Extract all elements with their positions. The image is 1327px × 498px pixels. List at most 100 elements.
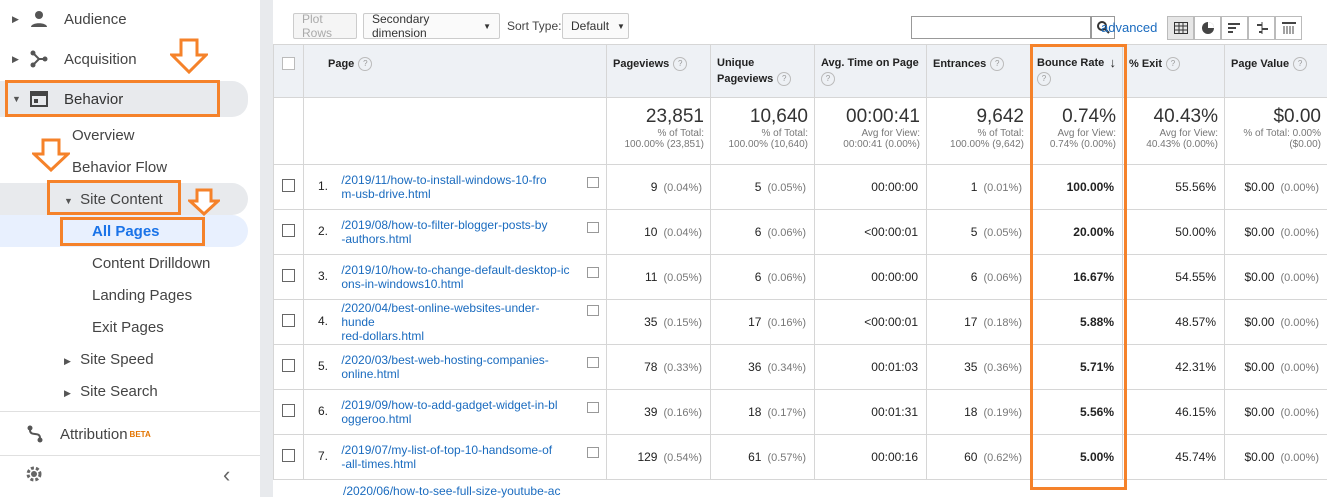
row-checkbox[interactable]: [282, 314, 295, 327]
row-index: 5.: [318, 359, 338, 373]
entrances-pct: (0.01%): [983, 182, 1022, 194]
total-unique-value: 10,640: [711, 106, 808, 128]
help-icon[interactable]: ?: [1293, 57, 1307, 71]
header-page[interactable]: Page?: [304, 45, 607, 98]
page-link[interactable]: /2019/08/how-to-filter-blogger-posts-by-…: [341, 218, 571, 246]
plot-rows-button[interactable]: Plot Rows: [293, 13, 357, 39]
open-external-icon[interactable]: [587, 402, 599, 413]
nav-audience-label: Audience: [64, 11, 127, 28]
table-row[interactable]: 4. /2020/04/best-online-websites-under-h…: [274, 300, 1327, 345]
page-link[interactable]: /2019/11/how-to-install-windows-10-from-…: [341, 173, 571, 201]
row-checkbox[interactable]: [282, 359, 295, 372]
entrances-value: 18: [964, 405, 977, 419]
table-row[interactable]: 2. /2019/08/how-to-filter-blogger-posts-…: [274, 210, 1327, 255]
bar-list-icon: [1228, 22, 1242, 34]
help-icon[interactable]: ?: [990, 57, 1004, 71]
header-entrances[interactable]: Entrances?: [927, 45, 1031, 98]
nav-acquisition-label: Acquisition: [64, 51, 137, 68]
avg-time-value: <00:00:01: [864, 315, 918, 329]
sort-type-dropdown[interactable]: Default ▼: [562, 13, 629, 39]
page-value: $0.00: [1244, 360, 1274, 374]
nav-exit-pages[interactable]: Exit Pages: [92, 319, 164, 336]
page-link[interactable]: /2020/03/best-web-hosting-companies-onli…: [341, 353, 571, 381]
header-avg-time[interactable]: Avg. Time on Page?: [815, 45, 927, 98]
header-page-value[interactable]: Page Value?: [1225, 45, 1327, 98]
open-external-icon[interactable]: [587, 267, 599, 278]
avg-time-value: 00:00:00: [871, 180, 918, 194]
row-checkbox[interactable]: [282, 224, 295, 237]
nav-audience[interactable]: ▶ Audience: [0, 8, 260, 30]
search-input[interactable]: [911, 16, 1091, 39]
avg-time-cell: <00:00:01: [815, 300, 927, 345]
table-row[interactable]: 3. /2019/10/how-to-change-default-deskto…: [274, 255, 1327, 300]
gear-icon[interactable]: [24, 464, 44, 484]
page-value: $0.00: [1244, 405, 1274, 419]
pageviews-cell: 10(0.04%): [607, 210, 711, 255]
header-exit[interactable]: % Exit?: [1123, 45, 1225, 98]
nav-content-drilldown[interactable]: Content Drilldown: [92, 255, 210, 272]
row-index: 4.: [318, 314, 338, 328]
page-value-pct: (0.00%): [1280, 452, 1319, 464]
page-link[interactable]: /2020/04/best-online-websites-under-hund…: [341, 301, 571, 343]
total-entrances-value: 9,642: [927, 106, 1024, 128]
help-icon[interactable]: ?: [1166, 57, 1180, 71]
view-performance-button[interactable]: [1221, 16, 1248, 40]
nav-landing-pages[interactable]: Landing Pages: [92, 287, 192, 304]
comparison-icon: [1255, 22, 1269, 34]
partial-row-link[interactable]: /2020/06/how-to-see-full-size-youtube-ac: [343, 484, 560, 498]
table-row[interactable]: 1. /2019/11/how-to-install-windows-10-fr…: [274, 165, 1327, 210]
open-external-icon[interactable]: [587, 222, 599, 233]
table-row[interactable]: 6. /2019/09/how-to-add-gadget-widget-in-…: [274, 390, 1327, 435]
page-link[interactable]: /2019/07/my-list-of-top-10-handsome-of-a…: [341, 443, 571, 471]
total-exit-value: 40.43%: [1123, 106, 1218, 128]
exit-value: 54.55%: [1175, 270, 1216, 284]
open-external-icon[interactable]: [587, 447, 599, 458]
view-pivot-button[interactable]: [1275, 16, 1302, 40]
help-icon[interactable]: ?: [358, 57, 372, 71]
row-checkbox[interactable]: [282, 179, 295, 192]
nav-behavior-flow[interactable]: Behavior Flow: [72, 159, 167, 176]
open-external-icon[interactable]: [587, 305, 599, 316]
row-checkbox[interactable]: [282, 269, 295, 282]
total-sub: 00:00:41 (0.00%): [815, 139, 920, 150]
nav-attribution-label: Attribution: [60, 426, 128, 443]
nav-attribution[interactable]: AttributionBETA: [0, 423, 260, 445]
page-link[interactable]: /2019/09/how-to-add-gadget-widget-in-blo…: [341, 398, 571, 426]
nav-site-speed[interactable]: ▶ Site Speed: [64, 351, 154, 368]
help-icon[interactable]: ?: [673, 57, 687, 71]
page-value: $0.00: [1244, 315, 1274, 329]
row-checkbox[interactable]: [282, 449, 295, 462]
pageviews-pct: (0.33%): [663, 362, 702, 374]
page-link[interactable]: /2019/10/how-to-change-default-desktop-i…: [341, 263, 571, 291]
entrances-pct: (0.36%): [983, 362, 1022, 374]
acquisition-icon: [30, 50, 48, 68]
view-comparison-button[interactable]: [1248, 16, 1275, 40]
total-sub: 100.00% (23,851): [607, 139, 704, 150]
help-icon[interactable]: ?: [777, 72, 791, 86]
table-row[interactable]: 7. /2019/07/my-list-of-top-10-handsome-o…: [274, 435, 1327, 480]
advanced-link[interactable]: advanced: [1101, 20, 1157, 35]
nav-acquisition[interactable]: ▶ Acquisition: [0, 48, 260, 70]
open-external-icon[interactable]: [587, 357, 599, 368]
secondary-dimension-dropdown[interactable]: Secondary dimension ▼: [363, 13, 500, 39]
header-row: Page? Pageviews? Unique Pageviews? Avg. …: [274, 45, 1327, 98]
help-icon[interactable]: ?: [821, 72, 835, 86]
collapse-chevron-icon[interactable]: ‹: [223, 462, 230, 488]
row-checkbox[interactable]: [282, 404, 295, 417]
header-pageviews[interactable]: Pageviews?: [607, 45, 711, 98]
totals-empty: [304, 98, 607, 165]
open-external-icon[interactable]: [587, 177, 599, 188]
header-unique-pageviews[interactable]: Unique Pageviews?: [711, 45, 815, 98]
total-sub: 100.00% (10,640): [711, 139, 808, 150]
unique-pct: (0.17%): [767, 407, 806, 419]
nav-site-speed-label: Site Speed: [80, 351, 153, 368]
caret-right-icon: ▶: [12, 14, 20, 25]
view-pie-button[interactable]: [1194, 16, 1221, 40]
exit-value: 45.74%: [1175, 450, 1216, 464]
nav-site-search[interactable]: ▶ Site Search: [64, 383, 158, 400]
table-row[interactable]: 5. /2020/03/best-web-hosting-companies-o…: [274, 345, 1327, 390]
pageviews-value: 39: [644, 405, 657, 419]
view-table-button[interactable]: [1167, 16, 1194, 40]
select-all-checkbox[interactable]: [282, 57, 295, 70]
nav-overview[interactable]: Overview: [72, 127, 135, 144]
